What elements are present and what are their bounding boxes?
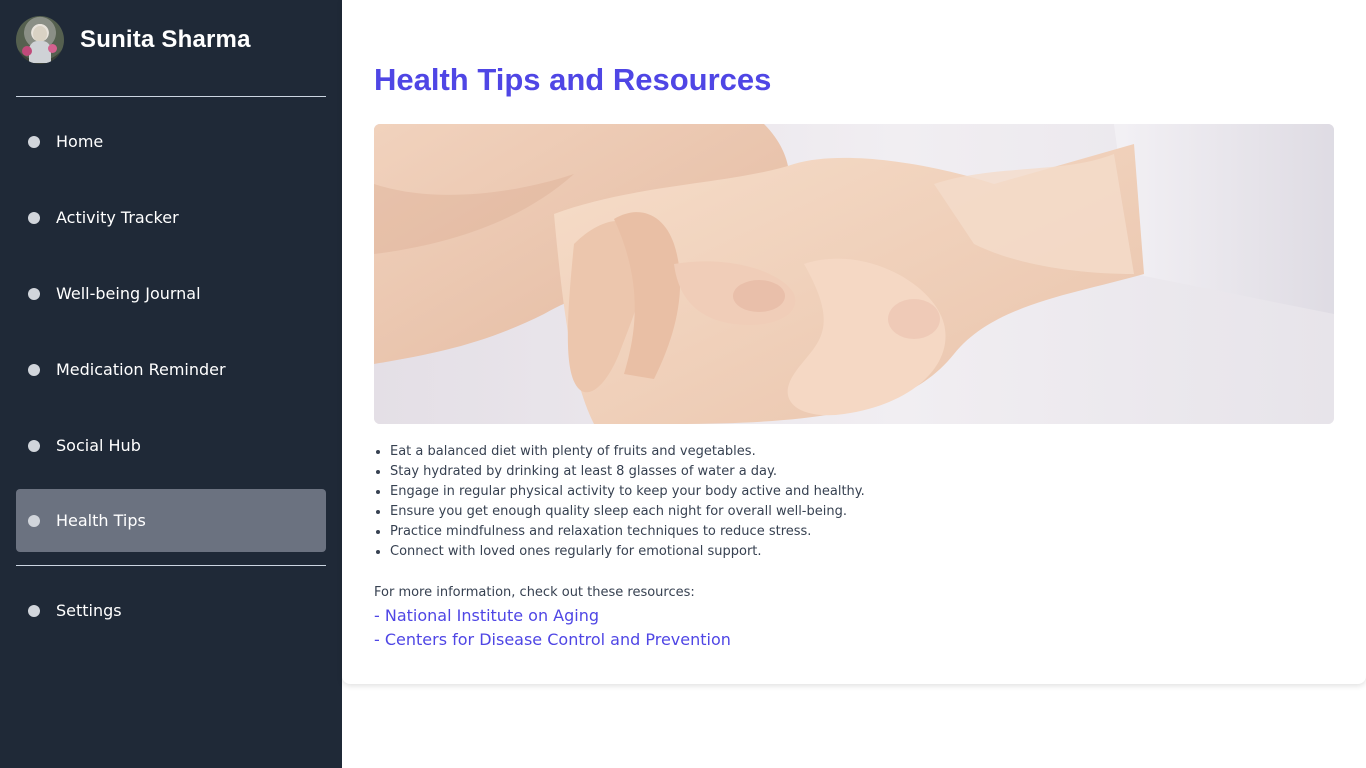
sidebar: Sunita Sharma Home Activity Tracker Well… (0, 0, 342, 768)
circle-icon (28, 514, 40, 527)
sidebar-item-label: Home (56, 132, 104, 151)
page-title: Health Tips and Resources (374, 62, 772, 97)
sidebar-item-settings[interactable]: Settings (16, 579, 326, 642)
sidebar-item-home[interactable]: Home (16, 110, 326, 173)
list-item: Practice mindfulness and relaxation tech… (390, 522, 865, 542)
sidebar-item-well-being-journal[interactable]: Well-being Journal (16, 262, 326, 325)
sidebar-item-label: Settings (56, 601, 122, 620)
sidebar-item-label: Well-being Journal (56, 284, 201, 303)
sidebar-item-label: Medication Reminder (56, 360, 226, 379)
list-item: Eat a balanced diet with plenty of fruit… (390, 442, 865, 462)
link-national-institute-on-aging[interactable]: - National Institute on Aging (374, 606, 599, 625)
resources-intro: For more information, check out these re… (374, 585, 695, 600)
circle-icon (28, 604, 40, 617)
sidebar-item-social-hub[interactable]: Social Hub (16, 414, 326, 477)
circle-icon (28, 135, 40, 148)
list-item: Connect with loved ones regularly for em… (390, 542, 865, 562)
sidebar-item-activity-tracker[interactable]: Activity Tracker (16, 186, 326, 249)
sidebar-item-label: Activity Tracker (56, 208, 179, 227)
sidebar-item-health-tips[interactable]: Health Tips (16, 489, 326, 552)
sidebar-divider-top (16, 96, 326, 97)
list-item: Engage in regular physical activity to k… (390, 482, 865, 502)
sidebar-item-medication-reminder[interactable]: Medication Reminder (16, 338, 326, 401)
circle-icon (28, 287, 40, 300)
profile-name: Sunita Sharma (80, 26, 251, 53)
circle-icon (28, 439, 40, 452)
sidebar-item-label: Social Hub (56, 436, 141, 455)
sidebar-divider-bottom (16, 565, 326, 566)
main-content-card: Health Tips and Resources • Eat a balanc… (342, 0, 1366, 684)
avatar[interactable] (16, 16, 64, 64)
hero-image-holding-hands (374, 124, 1334, 424)
list-item: Stay hydrated by drinking at least 8 gla… (390, 462, 865, 482)
list-item: Ensure you get enough quality sleep each… (390, 502, 865, 522)
circle-icon (28, 363, 40, 376)
link-cdc[interactable]: - Centers for Disease Control and Preven… (374, 630, 731, 649)
profile-header: Sunita Sharma (16, 16, 251, 64)
circle-icon (28, 211, 40, 224)
health-tips-list: Eat a balanced diet with plenty of fruit… (374, 442, 865, 562)
sidebar-item-label: Health Tips (56, 511, 146, 530)
